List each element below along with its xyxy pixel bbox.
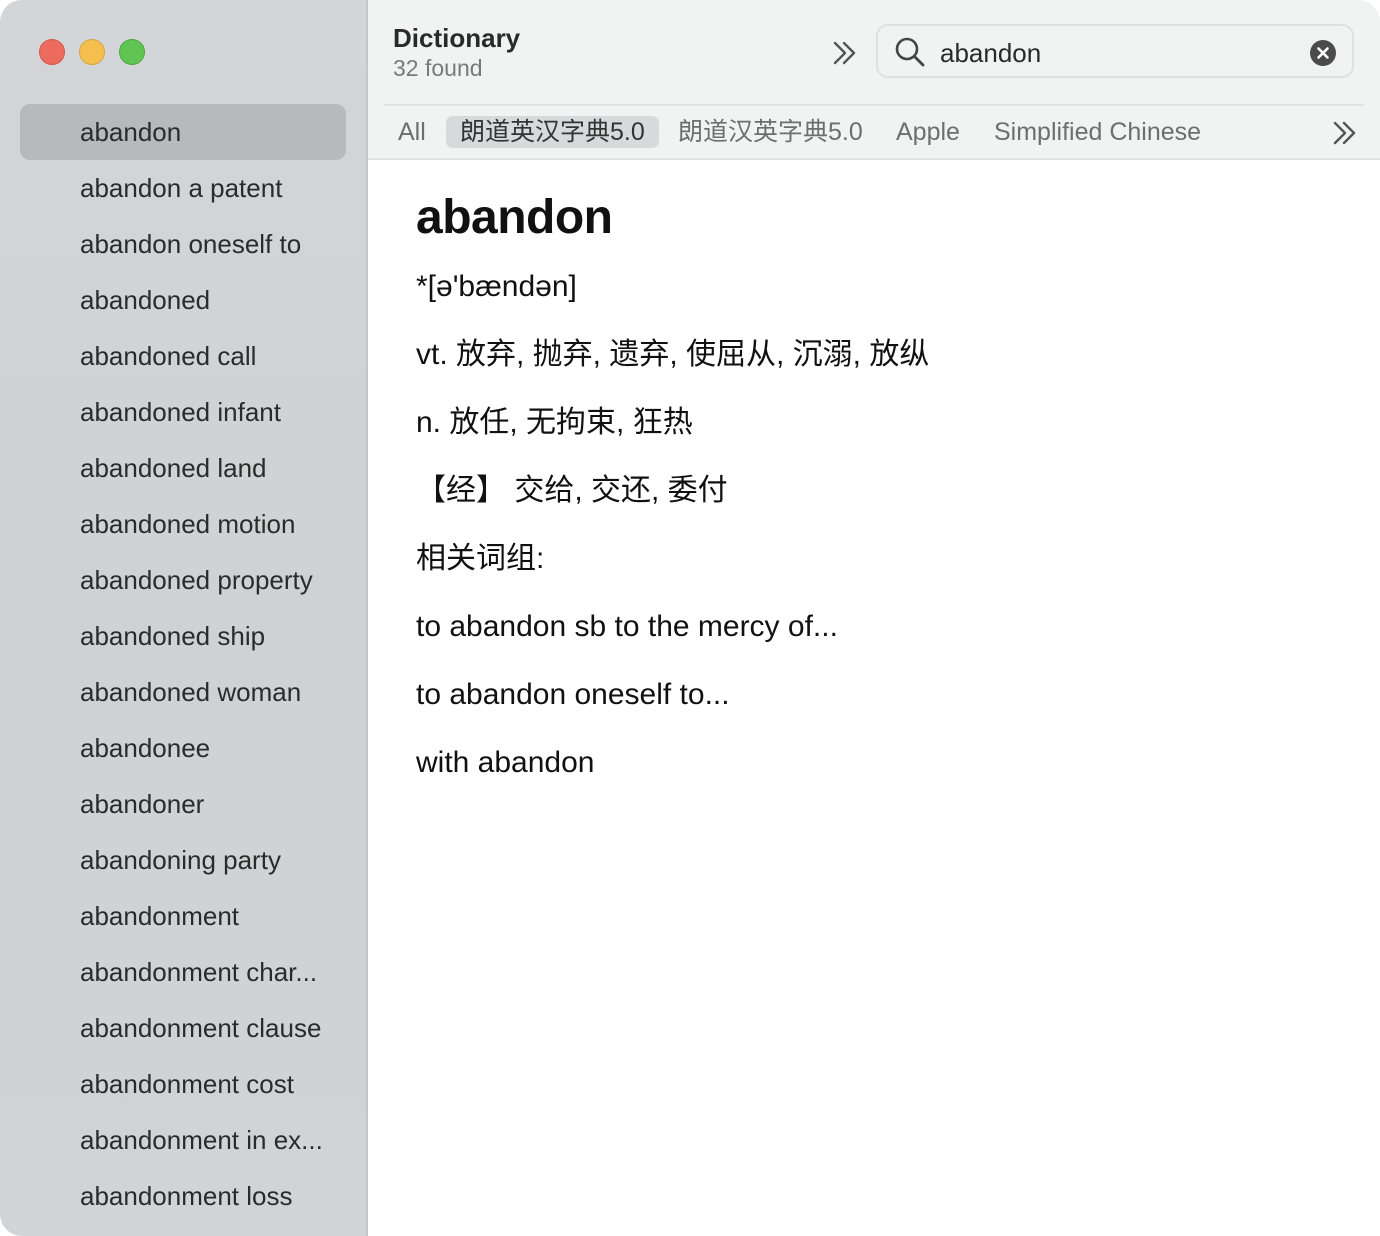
tab-langdao-zh-en[interactable]: 朗道汉英字典5.0: [678, 116, 863, 148]
definition-panel: abandon *[ə'bændən] vt. 放弃, 抛弃, 遗弃, 使屈从,…: [416, 190, 1356, 811]
result-item[interactable]: abandonment in ex...: [20, 1112, 346, 1168]
headword: abandon: [416, 191, 613, 244]
search-field[interactable]: [876, 24, 1354, 78]
result-item[interactable]: abandonment char...: [20, 944, 346, 1000]
tab-simplified-chinese[interactable]: Simplified Chinese: [994, 116, 1201, 148]
result-item[interactable]: abandonee: [20, 720, 346, 776]
dictionary-window: abandon abandon a patent abandon oneself…: [0, 0, 1380, 1236]
result-item[interactable]: abandon: [20, 104, 346, 160]
definition-line: 【经】 交给, 交还, 委付: [416, 474, 728, 507]
toolbar: Dictionary 32 found: [368, 0, 1380, 104]
minimize-button[interactable]: [79, 39, 105, 65]
result-item[interactable]: abandoned woman: [20, 664, 346, 720]
tab-all[interactable]: All: [398, 116, 426, 148]
clear-icon[interactable]: [1310, 40, 1336, 66]
result-item[interactable]: abandoned land: [20, 440, 346, 496]
chevron-double-right-icon[interactable]: [1330, 118, 1360, 148]
results-list: abandon abandon a patent abandon oneself…: [20, 104, 346, 1224]
result-item[interactable]: abandoned call: [20, 328, 346, 384]
result-item[interactable]: abandonment clause: [20, 1000, 346, 1056]
dictionary-tabs: All 朗道英汉字典5.0 朗道汉英字典5.0 Apple Simplified…: [368, 104, 1380, 160]
result-item[interactable]: abandon a patent: [20, 160, 346, 216]
search-input[interactable]: [938, 34, 1302, 72]
definition-line: n. 放任, 无拘束, 狂热: [416, 406, 693, 439]
result-item[interactable]: abandon oneself to: [20, 216, 346, 272]
result-item[interactable]: abandonment cost: [20, 1056, 346, 1112]
result-item[interactable]: abandoner: [20, 776, 346, 832]
chevron-double-right-icon[interactable]: [830, 38, 860, 68]
search-icon: [894, 36, 926, 73]
result-item[interactable]: abandoned: [20, 272, 346, 328]
window-title: Dictionary: [393, 23, 521, 53]
divider: [384, 104, 1364, 106]
phrase-line: with abandon: [416, 746, 595, 779]
window-controls: [39, 39, 145, 65]
result-item[interactable]: abandoning party: [20, 832, 346, 888]
result-item[interactable]: abandonment loss: [20, 1168, 346, 1224]
tab-apple[interactable]: Apple: [896, 116, 960, 148]
related-phrases-heading: 相关词组:: [416, 542, 545, 575]
results-count: 32 found: [393, 55, 483, 81]
definition-line: vt. 放弃, 抛弃, 遗弃, 使屈从, 沉溺, 放纵: [416, 338, 930, 371]
sidebar: abandon abandon a patent abandon oneself…: [0, 0, 368, 1236]
close-button[interactable]: [39, 39, 65, 65]
result-item[interactable]: abandoned property: [20, 552, 346, 608]
result-item[interactable]: abandonment: [20, 888, 346, 944]
result-item[interactable]: abandoned motion: [20, 496, 346, 552]
result-item[interactable]: abandoned ship: [20, 608, 346, 664]
tab-langdao-en-zh[interactable]: 朗道英汉字典5.0: [446, 116, 659, 148]
result-item[interactable]: abandoned infant: [20, 384, 346, 440]
phrase-line: to abandon oneself to...: [416, 678, 730, 711]
zoom-button[interactable]: [119, 39, 145, 65]
pronunciation: *[ə'bændən]: [416, 270, 577, 303]
phrase-line: to abandon sb to the mercy of...: [416, 610, 838, 643]
